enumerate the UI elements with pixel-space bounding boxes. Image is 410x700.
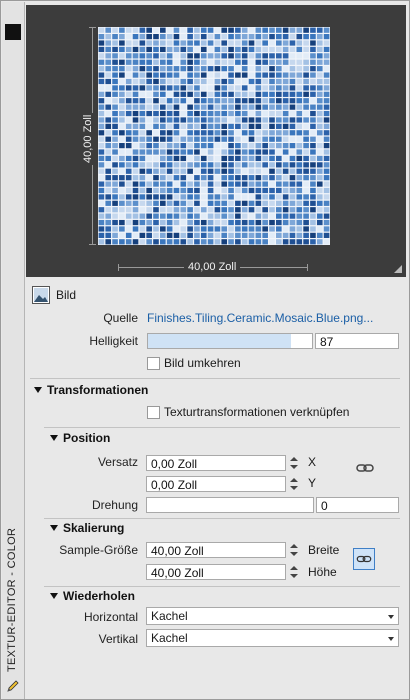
rotation-input[interactable]: 0 <box>316 497 399 513</box>
collapse-triangle-icon <box>34 387 42 393</box>
lock-aspect-toggle[interactable] <box>353 548 375 570</box>
horizontal-label: Horizontal <box>83 610 138 624</box>
image-icon <box>32 286 50 304</box>
width-label: Breite <box>308 543 340 557</box>
texture-preview: 40,00 Zoll 40,00 Zoll <box>26 5 406 277</box>
collapse-triangle-icon <box>50 435 58 441</box>
dropdown-caret-icon <box>388 637 394 641</box>
close-panel-icon[interactable] <box>5 24 21 40</box>
invert-image-label: Bild umkehren <box>164 356 241 370</box>
sample-size-label: Sample-Größe <box>59 543 138 557</box>
brightness-slider[interactable] <box>147 333 313 349</box>
repeat-header[interactable]: Wiederholen <box>50 589 135 603</box>
offset-x-input[interactable]: 0,00 Zoll <box>146 455 286 471</box>
source-link[interactable]: Finishes.Tiling.Ceramic.Mosaic.Blue.png.… <box>147 311 373 325</box>
collapse-triangle-icon <box>50 593 58 599</box>
source-label: Quelle <box>103 311 138 325</box>
divider <box>44 427 400 428</box>
offset-x-spinner[interactable] <box>287 455 301 471</box>
collapse-triangle-icon <box>50 525 58 531</box>
mosaic-texture-image <box>98 27 330 245</box>
invert-image-checkbox[interactable] <box>147 357 160 370</box>
divider <box>44 518 400 519</box>
panel-sidebar: TEXTUR-EDITOR - COLOR <box>2 2 25 699</box>
sample-height-spinner[interactable] <box>287 564 301 580</box>
resize-grip-icon[interactable] <box>394 265 402 273</box>
preview-width-label: 40,00 Zoll <box>184 261 241 273</box>
sample-width-input[interactable]: 40,00 Zoll <box>146 542 286 558</box>
scaling-header[interactable]: Skalierung <box>50 521 124 535</box>
chain-link-icon[interactable] <box>356 462 374 474</box>
brightness-input[interactable]: 87 <box>315 333 399 349</box>
sample-width-spinner[interactable] <box>287 542 301 558</box>
transformations-header[interactable]: Transformationen <box>34 383 148 397</box>
edit-pencil-icon[interactable] <box>5 678 21 694</box>
rotation-label: Drehung <box>91 498 138 512</box>
offset-y-spinner[interactable] <box>287 476 301 492</box>
height-label: Höhe <box>308 565 337 579</box>
rotation-slider[interactable] <box>146 497 314 513</box>
divider <box>30 378 400 379</box>
vertical-label: Vertikal <box>98 632 138 646</box>
x-axis-label: X <box>308 455 317 469</box>
sample-height-input[interactable]: 40,00 Zoll <box>146 564 286 580</box>
horizontal-repeat-select[interactable]: Kachel <box>146 607 399 625</box>
vertical-repeat-select[interactable]: Kachel <box>146 629 399 647</box>
divider <box>44 586 400 587</box>
dropdown-caret-icon <box>388 615 394 619</box>
link-transformations-checkbox[interactable] <box>147 406 160 419</box>
y-axis-label: Y <box>308 476 317 490</box>
texture-editor-panel: TEXTUR-EDITOR - COLOR 40,00 Zoll 40,00 Z… <box>0 0 410 700</box>
preview-height-label: 40,00 Zoll <box>82 112 94 165</box>
position-header[interactable]: Position <box>50 431 110 445</box>
brightness-label: Helligkeit <box>89 334 138 348</box>
offset-y-input[interactable]: 0,00 Zoll <box>146 476 286 492</box>
offset-label: Versatz <box>97 455 138 469</box>
image-section-header: Bild <box>56 288 77 302</box>
chain-link-icon <box>356 555 372 563</box>
link-transformations-label: Texturtransformationen verknüpfen <box>164 405 350 419</box>
